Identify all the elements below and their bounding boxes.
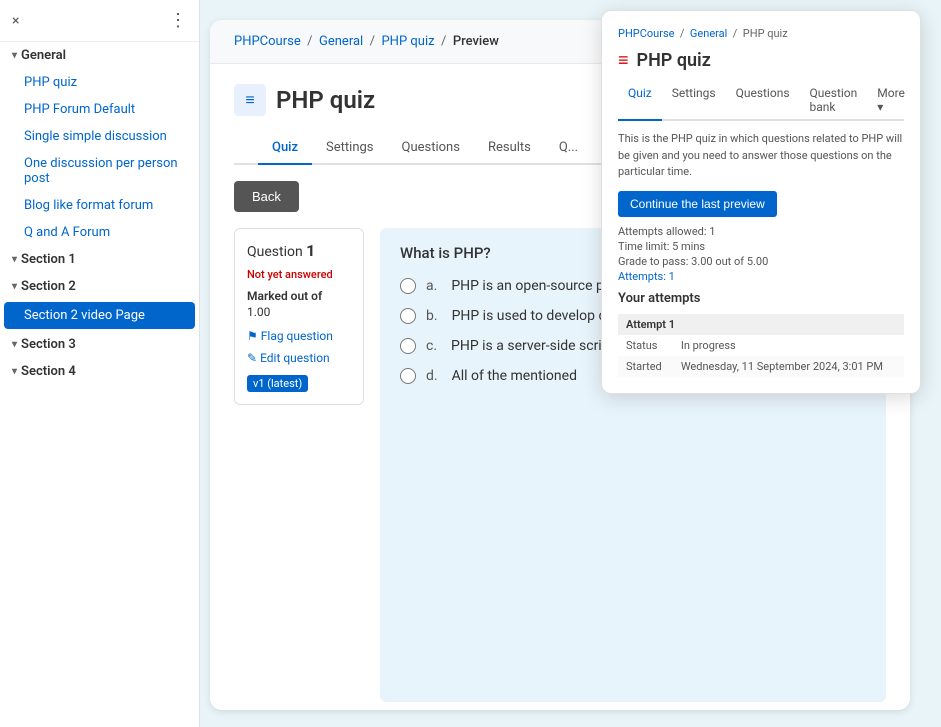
sidebar-item-section4[interactable]: ▾ Section 4 — [0, 358, 199, 385]
close-icon[interactable]: × — [12, 13, 19, 29]
tab-settings[interactable]: Settings — [312, 132, 387, 165]
tab-q[interactable]: Q... — [545, 132, 592, 165]
popup-breadcrumb-phpcourse[interactable]: PHPCourse — [618, 27, 674, 40]
popup-title: PHP quiz — [637, 50, 711, 71]
popup-tab-question-bank[interactable]: Question bank — [800, 81, 868, 121]
popup-quiz-icon: ≡ — [618, 50, 629, 71]
tab-questions[interactable]: Questions — [388, 132, 474, 165]
option-label-c: c. — [426, 338, 437, 354]
radio-b[interactable] — [400, 308, 416, 324]
popup-tab-questions[interactable]: Questions — [726, 81, 800, 121]
attempt-table: Attempt 1 Status In progress Started Wed… — [618, 314, 904, 377]
flag-question-link[interactable]: ⚑ Flag question — [247, 329, 351, 343]
marked-out-label: Marked out of — [247, 289, 351, 303]
breadcrumb-current: Preview — [453, 34, 499, 49]
popup-attempts-link[interactable]: Attempts: 1 — [618, 270, 904, 283]
sidebar-item-php-quiz[interactable]: PHP quiz — [0, 69, 199, 96]
popup-attempts-allowed: Attempts allowed: 1 — [618, 225, 904, 238]
back-button[interactable]: Back — [234, 181, 299, 212]
option-label-b: b. — [426, 308, 438, 324]
popup: PHPCourse / General / PHP quiz ≡ PHP qui… — [601, 10, 921, 394]
popup-breadcrumb-current: PHP quiz — [743, 27, 788, 40]
sidebar-item-one-discussion[interactable]: One discussion per person post — [0, 150, 199, 192]
chevron-right-icon: ▾ — [12, 254, 17, 265]
attempt-started-label: Started — [618, 356, 673, 377]
attempt-status-value: In progress — [673, 335, 904, 356]
sidebar: × ⋮ ▾ General PHP quiz PHP Forum Default… — [0, 0, 200, 727]
edit-icon: ✎ — [247, 351, 257, 365]
table-row: Started Wednesday, 11 September 2024, 3:… — [618, 356, 904, 377]
popup-breadcrumb: PHPCourse / General / PHP quiz — [618, 27, 904, 40]
option-label-d: d. — [426, 368, 438, 384]
flag-icon: ⚑ — [247, 329, 258, 343]
chevron-right-icon: ▾ — [12, 366, 17, 377]
popup-inner: PHPCourse / General / PHP quiz ≡ PHP qui… — [602, 11, 920, 393]
sidebar-item-section1[interactable]: ▾ Section 1 — [0, 246, 199, 273]
version-badge: v1 (latest) — [247, 375, 308, 392]
attempt-started-value: Wednesday, 11 September 2024, 3:01 PM — [673, 356, 904, 377]
radio-c[interactable] — [400, 338, 416, 354]
chevron-down-icon: ▾ — [12, 281, 17, 292]
sidebar-item-blog-like[interactable]: Blog like format forum — [0, 192, 199, 219]
attempt-table-header: Attempt 1 — [618, 314, 904, 335]
popup-tabs: Quiz Settings Questions Question bank Mo… — [618, 81, 904, 121]
radio-a[interactable] — [400, 278, 416, 294]
sidebar-item-section3[interactable]: ▾ Section 3 — [0, 331, 199, 358]
menu-icon[interactable]: ⋮ — [169, 10, 187, 31]
question-number: Question 1 — [247, 241, 351, 260]
chevron-down-icon: ▾ — [12, 50, 17, 61]
not-answered-status: Not yet answered — [247, 268, 351, 281]
breadcrumb-php-quiz[interactable]: PHP quiz — [381, 34, 434, 49]
popup-time-limit: Time limit: 5 mins — [618, 240, 904, 253]
popup-title-row: ≡ PHP quiz — [618, 50, 904, 71]
breadcrumb-general[interactable]: General — [319, 34, 363, 49]
sidebar-item-general[interactable]: ▾ General — [0, 42, 199, 69]
popup-tab-settings[interactable]: Settings — [662, 81, 726, 121]
popup-tab-quiz[interactable]: Quiz — [618, 81, 662, 121]
option-text-d: All of the mentioned — [452, 368, 577, 384]
popup-continue-button[interactable]: Continue the last preview — [618, 191, 777, 217]
sidebar-item-section2[interactable]: ▾ Section 2 — [0, 273, 199, 300]
question-panel: Question 1 Not yet answered Marked out o… — [234, 228, 364, 405]
chevron-right-icon: ▾ — [12, 339, 17, 350]
popup-grade-to-pass: Grade to pass: 3.00 out of 5.00 — [618, 255, 904, 268]
sidebar-header: × ⋮ — [0, 0, 199, 42]
edit-question-link[interactable]: ✎ Edit question — [247, 351, 351, 365]
sidebar-item-section2-video-page[interactable]: Section 2 video Page — [4, 302, 195, 329]
table-row: Status In progress — [618, 335, 904, 356]
option-label-a: a. — [426, 278, 437, 294]
popup-description: This is the PHP quiz in which questions … — [618, 131, 904, 181]
quiz-title: PHP quiz — [276, 86, 375, 114]
popup-breadcrumb-general[interactable]: General — [690, 27, 727, 40]
tab-results[interactable]: Results — [474, 132, 545, 165]
quiz-icon: ≡ — [234, 84, 266, 116]
radio-d[interactable] — [400, 368, 416, 384]
mark-value: 1.00 — [247, 305, 351, 319]
breadcrumb-phpcourse[interactable]: PHPCourse — [234, 34, 301, 49]
sidebar-item-q-and-a-forum[interactable]: Q and A Forum — [0, 219, 199, 246]
popup-tab-more[interactable]: More ▾ — [867, 81, 915, 121]
tab-quiz[interactable]: Quiz — [258, 132, 312, 165]
attempt-status-label: Status — [618, 335, 673, 356]
popup-your-attempts: Your attempts — [618, 291, 904, 306]
sidebar-item-php-forum-default[interactable]: PHP Forum Default — [0, 96, 199, 123]
sidebar-item-single-simple-discussion[interactable]: Single simple discussion — [0, 123, 199, 150]
